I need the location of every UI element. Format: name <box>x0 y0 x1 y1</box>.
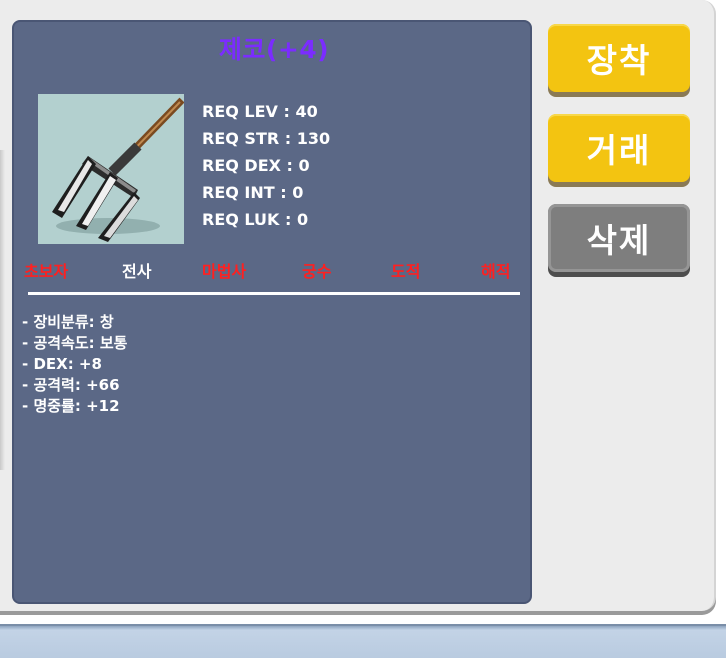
bottom-bar <box>0 624 726 658</box>
req-str: REQ STR : 130 <box>202 129 331 148</box>
class-magician: 마법사 <box>202 262 247 281</box>
item-stats: - 장비분류: 창 - 공격속도: 보통 - DEX: +8 - 공격력: +6… <box>22 312 127 417</box>
class-pirate: 해적 <box>481 262 511 281</box>
stat-line: - DEX: +8 <box>22 355 102 373</box>
stat-line: - 장비분류: 창 <box>22 313 114 331</box>
stat-line: - 명중률: +12 <box>22 397 120 415</box>
panel-edge-shade <box>0 150 5 470</box>
class-archer: 궁수 <box>302 262 332 281</box>
req-level: REQ LEV : 40 <box>202 102 318 121</box>
class-restrictions: 초보자 전사 마법사 궁수 도적 해적 <box>14 258 534 284</box>
stat-line: - 공격속도: 보통 <box>22 334 128 352</box>
divider <box>28 292 520 295</box>
class-thief: 도적 <box>391 262 421 281</box>
item-info-card: 제코(+4) REQ LEV : 40 REQ STR : 130 REQ DE… <box>12 20 532 604</box>
req-luk: REQ LUK : 0 <box>202 210 309 229</box>
stat-line: - 공격력: +66 <box>22 376 120 394</box>
item-name: 제코(+4) <box>218 35 330 64</box>
requirements-list: REQ LEV : 40 REQ STR : 130 REQ DEX : 0 R… <box>202 98 330 233</box>
equip-button[interactable]: 장착 <box>548 24 690 92</box>
trident-spear-icon <box>38 94 185 244</box>
class-beginner: 초보자 <box>24 262 69 281</box>
class-warrior: 전사 <box>122 262 152 281</box>
trade-button[interactable]: 거래 <box>548 114 690 182</box>
req-int: REQ INT : 0 <box>202 183 304 202</box>
delete-button[interactable]: 삭제 <box>548 204 690 272</box>
req-dex: REQ DEX : 0 <box>202 156 310 175</box>
